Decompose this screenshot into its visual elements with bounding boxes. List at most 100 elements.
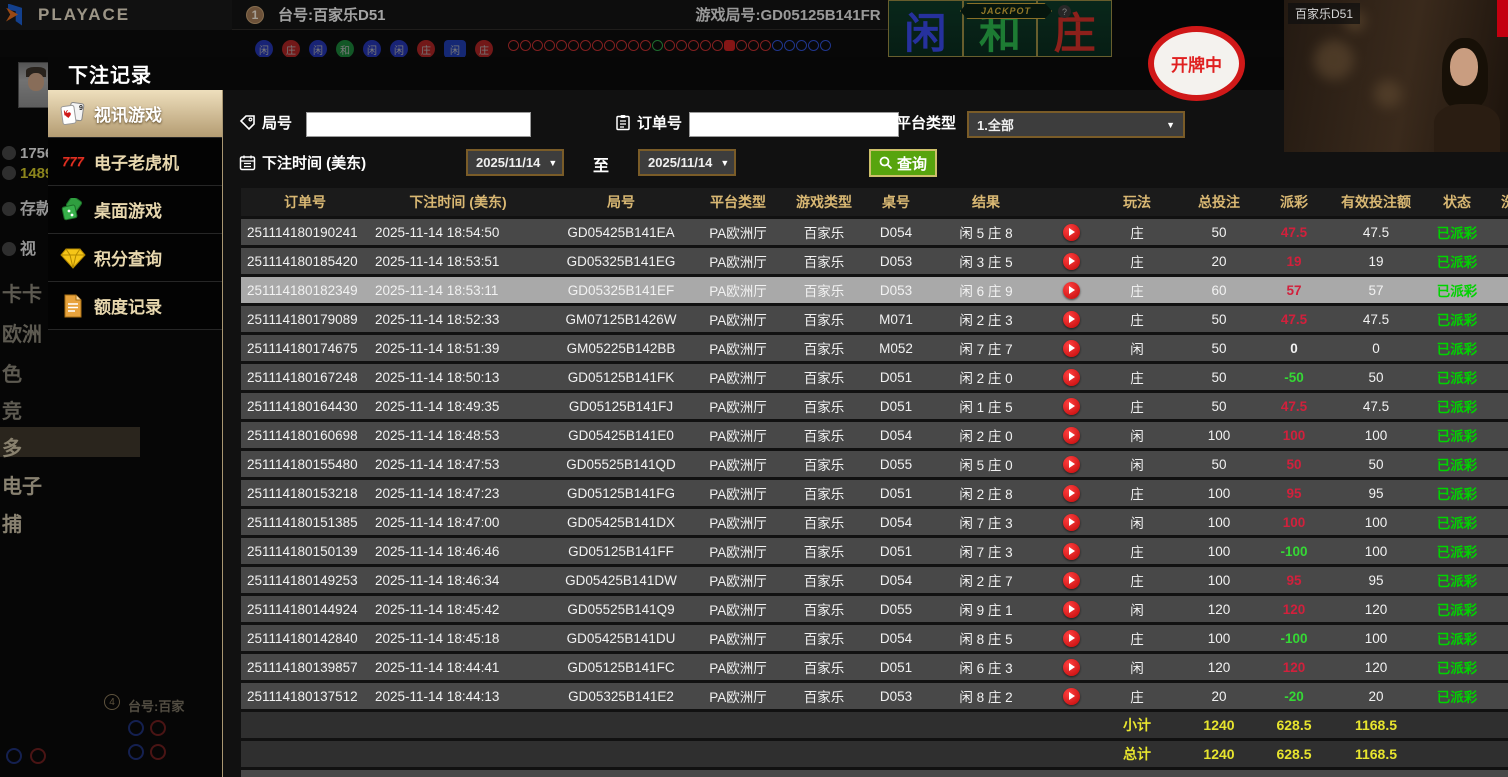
cell-clipped [1491,538,1508,564]
cell-game-type: 百家乐 [781,248,867,274]
cell-game-type: 百家乐 [781,219,867,245]
cell-order: 251114180150139 [241,538,369,564]
order-input[interactable] [689,112,899,137]
cell-round: GD05525B141QD [547,451,695,477]
cell-platform: PA欧洲厅 [695,393,781,419]
bet-zone[interactable]: 闲 [888,0,963,57]
table-row[interactable]: 2511141801854202025-11-14 18:53:51GD0532… [241,248,1508,274]
table-row[interactable]: 2511141801375122025-11-14 18:44:13GD0532… [241,683,1508,709]
play-result-button[interactable] [1063,543,1080,560]
cell-valid-bet: 47.5 [1329,393,1423,419]
cell-total-bet: 50 [1179,219,1259,245]
platform-select[interactable]: 1.全部▼ [967,111,1185,138]
play-result-button[interactable] [1063,340,1080,357]
bead-marker [520,40,531,51]
play-result-button[interactable] [1063,688,1080,705]
table-row[interactable]: 2511141801606982025-11-14 18:48:53GD0542… [241,422,1508,448]
play-result-button[interactable] [1063,369,1080,386]
play-result-button[interactable] [1063,311,1080,328]
cell-game-type: 百家乐 [781,596,867,622]
table-row[interactable]: 2511141801513852025-11-14 18:47:00GD0542… [241,509,1508,535]
chevron-down-icon: ▼ [712,158,729,168]
search-icon [879,156,893,170]
avatar[interactable] [18,62,52,108]
play-result-button[interactable] [1063,572,1080,589]
sidebar-item-4[interactable]: 额度记录 [48,282,222,330]
menu-item-label: 色 [2,364,22,386]
column-header: 玩法 [1095,188,1179,216]
cell-table-no: D054 [867,567,925,593]
cell-payout: 100 [1259,422,1329,448]
cell-status: 已派彩 [1423,422,1491,448]
clipboard-icon [615,114,631,131]
total-row-total-bet: 1240 [1179,741,1259,767]
menu-item-label: 捕 [2,514,22,536]
cell-status: 已派彩 [1423,393,1491,419]
date-from-select[interactable]: 2025/11/14▼ [466,149,564,176]
table-row[interactable]: 2511141801532182025-11-14 18:47:23GD0512… [241,480,1508,506]
play-result-button[interactable] [1063,282,1080,299]
play-result-button[interactable] [1063,659,1080,676]
cell-valid-bet: 47.5 [1329,219,1423,245]
play-result-button[interactable] [1063,601,1080,618]
table-row[interactable]: 2511141801672482025-11-14 18:50:13GD0512… [241,364,1508,390]
cell-clipped [1491,219,1508,245]
table-row[interactable]: 2511141801492532025-11-14 18:46:34GD0542… [241,567,1508,593]
table-row[interactable]: 2511141801398572025-11-14 18:44:41GD0512… [241,654,1508,680]
sidebar-item-3[interactable]: 积分查询 [48,234,222,282]
play-result-button[interactable] [1063,427,1080,444]
search-button[interactable]: 查询 [869,149,937,177]
cell-status: 已派彩 [1423,364,1491,390]
play-result-button[interactable] [1063,630,1080,647]
background-menu-item: 卡卡 [2,278,42,307]
cell-platform: PA欧洲厅 [695,538,781,564]
cell-table-no: D054 [867,422,925,448]
jackpot-help-icon[interactable]: ? [1058,5,1071,18]
play-result-button[interactable] [1063,253,1080,270]
play-result-button[interactable] [1063,398,1080,415]
cell-payout: -20 [1259,683,1329,709]
cell-payout: -100 [1259,538,1329,564]
bead-marker [808,40,819,51]
table-row[interactable]: 2511141801449242025-11-14 18:45:42GD0552… [241,596,1508,622]
cell-table-no: D054 [867,219,925,245]
cell-table-no: D051 [867,393,925,419]
play-result-button[interactable] [1063,485,1080,502]
play-icon [1069,228,1075,236]
cell-time: 2025-11-14 18:48:53 [369,422,547,448]
table-row[interactable]: 2511141801823492025-11-14 18:53:11GD0532… [241,277,1508,303]
table-row[interactable]: 2511141801902412025-11-14 18:54:50GD0542… [241,219,1508,245]
cards-icon: 9K [58,102,88,126]
table-row[interactable]: 2511141801501392025-11-14 18:46:46GD0512… [241,538,1508,564]
round-input[interactable] [306,112,531,137]
cell-order: 251114180160698 [241,422,369,448]
cell-replay [1047,393,1095,419]
cell-table-no: M052 [867,335,925,361]
play-result-button[interactable] [1063,514,1080,531]
cell-clipped [1491,248,1508,274]
sidebar-item-2[interactable]: 桌面游戏 [48,186,222,234]
play-result-button[interactable] [1063,456,1080,473]
points-icon [58,247,88,269]
table-row[interactable]: 2511141801554802025-11-14 18:47:53GD0552… [241,451,1508,477]
cell-replay [1047,248,1095,274]
sidebar-item-0[interactable]: 9K视讯游戏 [48,90,222,138]
menu-item-label: 竞 [2,401,22,423]
play-result-button[interactable] [1063,224,1080,241]
cell-total-bet: 100 [1179,625,1259,651]
cell-status: 已派彩 [1423,335,1491,361]
cell-status: 已派彩 [1423,567,1491,593]
platform-icon [873,114,890,131]
cell-order: 251114180142840 [241,625,369,651]
table-row[interactable]: 2511141801790892025-11-14 18:52:33GM0712… [241,306,1508,332]
table-row[interactable]: 2511141801746752025-11-14 18:51:39GM0522… [241,335,1508,361]
cell-platform: PA欧洲厅 [695,422,781,448]
cell-play-type: 闲 [1095,422,1179,448]
table-row-partial [241,770,1508,777]
sidebar-item-1[interactable]: 777电子老虎机 [48,138,222,186]
table-row[interactable]: 2511141801644302025-11-14 18:49:35GD0512… [241,393,1508,419]
column-header: 平台类型 [695,188,781,216]
cell-result: 闲 8 庄 5 [925,625,1047,651]
date-to-select[interactable]: 2025/11/14▼ [638,149,736,176]
table-row[interactable]: 2511141801428402025-11-14 18:45:18GD0542… [241,625,1508,651]
